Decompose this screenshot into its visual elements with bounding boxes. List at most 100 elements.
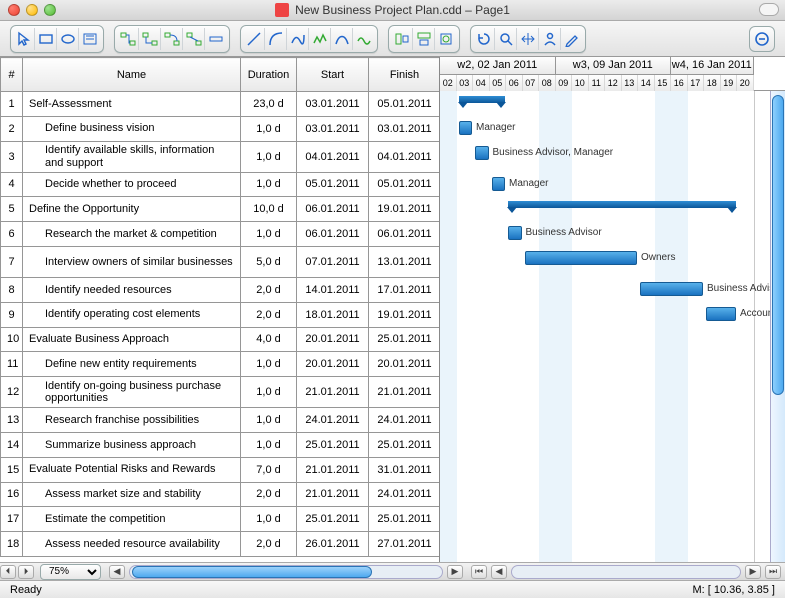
cell-finish[interactable]: 24.01.2011 — [369, 482, 441, 507]
bezier-tool-button[interactable] — [331, 28, 353, 50]
cell-start[interactable]: 03.01.2011 — [297, 92, 369, 117]
pencil-button[interactable] — [561, 28, 583, 50]
cell-finish[interactable]: 17.01.2011 — [369, 277, 441, 302]
table-row[interactable]: 1Self-Assessment23,0 d03.01.201105.01.20… — [1, 92, 441, 117]
connector-2-button[interactable] — [139, 28, 161, 50]
table-row[interactable]: 15Evaluate Potential Risks and Rewards7,… — [1, 457, 441, 482]
gantt-task-bar[interactable] — [475, 146, 489, 160]
table-row[interactable]: 17Estimate the competition1,0 d25.01.201… — [1, 507, 441, 532]
table-row[interactable]: 6Research the market & competition1,0 d0… — [1, 222, 441, 247]
cell-finish[interactable]: 27.01.2011 — [369, 532, 441, 557]
gantt-scroll-right-button[interactable]: ▶ — [745, 565, 761, 579]
table-row[interactable]: 3Identify available skills, information … — [1, 141, 441, 172]
cell-name[interactable]: Self-Assessment — [23, 92, 241, 117]
cell-finish[interactable]: 19.01.2011 — [369, 302, 441, 327]
gantt-task-bar[interactable] — [525, 251, 638, 265]
cell-finish[interactable]: 13.01.2011 — [369, 246, 441, 277]
cell-start[interactable]: 03.01.2011 — [297, 116, 369, 141]
cell-name[interactable]: Research franchise possibilities — [23, 408, 241, 433]
cell-start[interactable]: 21.01.2011 — [297, 457, 369, 482]
cell-duration[interactable]: 4,0 d — [241, 327, 297, 352]
cell-duration[interactable]: 1,0 d — [241, 352, 297, 377]
cell-start[interactable]: 18.01.2011 — [297, 302, 369, 327]
cell-start[interactable]: 06.01.2011 — [297, 197, 369, 222]
table-row[interactable]: 16Assess market size and stability2,0 d2… — [1, 482, 441, 507]
col-header-finish[interactable]: Finish — [369, 58, 441, 92]
cell-finish[interactable]: 25.01.2011 — [369, 507, 441, 532]
cell-duration[interactable]: 5,0 d — [241, 246, 297, 277]
cell-duration[interactable]: 1,0 d — [241, 432, 297, 457]
cell-name[interactable]: Assess market size and stability — [23, 482, 241, 507]
cell-start[interactable]: 05.01.2011 — [297, 172, 369, 197]
cell-name[interactable]: Define business vision — [23, 116, 241, 141]
table-row[interactable]: 8Identify needed resources2,0 d14.01.201… — [1, 277, 441, 302]
cell-duration[interactable]: 10,0 d — [241, 197, 297, 222]
gantt-summary-bar[interactable] — [459, 96, 506, 103]
vertical-scrollbar[interactable] — [770, 91, 785, 562]
toolbar-toggle-button[interactable] — [759, 3, 779, 16]
cell-finish[interactable]: 25.01.2011 — [369, 432, 441, 457]
cell-finish[interactable]: 24.01.2011 — [369, 408, 441, 433]
cell-start[interactable]: 07.01.2011 — [297, 246, 369, 277]
zoom-window-button[interactable] — [44, 4, 56, 16]
cell-name[interactable]: Identify on-going business purchase oppo… — [23, 377, 241, 408]
table-row[interactable]: 10Evaluate Business Approach4,0 d20.01.2… — [1, 327, 441, 352]
cell-start[interactable]: 21.01.2011 — [297, 377, 369, 408]
cell-finish[interactable]: 31.01.2011 — [369, 457, 441, 482]
cell-finish[interactable]: 21.01.2011 — [369, 377, 441, 408]
cell-name[interactable]: Decide whether to proceed — [23, 172, 241, 197]
cell-finish[interactable]: 19.01.2011 — [369, 197, 441, 222]
zoom-out-circle-button[interactable] — [749, 26, 775, 52]
table-row[interactable]: 2Define business vision1,0 d03.01.201103… — [1, 116, 441, 141]
gantt-task-bar[interactable] — [706, 307, 736, 321]
cell-start[interactable]: 21.01.2011 — [297, 482, 369, 507]
cell-finish[interactable]: 25.01.2011 — [369, 327, 441, 352]
ellipse-tool-button[interactable] — [57, 28, 79, 50]
curve-tool-button[interactable] — [287, 28, 309, 50]
hscroll-thumb-left[interactable] — [132, 566, 372, 578]
page-next-button[interactable]: ⏵ — [18, 565, 34, 579]
text-tool-button[interactable] — [79, 28, 101, 50]
cell-name[interactable]: Define the Opportunity — [23, 197, 241, 222]
cell-start[interactable]: 25.01.2011 — [297, 432, 369, 457]
cell-duration[interactable]: 23,0 d — [241, 92, 297, 117]
cell-duration[interactable]: 1,0 d — [241, 172, 297, 197]
align-3-button[interactable] — [435, 28, 457, 50]
cell-start[interactable]: 24.01.2011 — [297, 408, 369, 433]
cell-name[interactable]: Identify operating cost elements — [23, 302, 241, 327]
person-button[interactable] — [539, 28, 561, 50]
cell-name[interactable]: Define new entity requirements — [23, 352, 241, 377]
cell-duration[interactable]: 1,0 d — [241, 222, 297, 247]
table-row[interactable]: 11Define new entity requirements1,0 d20.… — [1, 352, 441, 377]
hscroll-right-button[interactable]: ▶ — [447, 565, 463, 579]
cell-duration[interactable]: 1,0 d — [241, 116, 297, 141]
cell-duration[interactable]: 1,0 d — [241, 141, 297, 172]
pointer-tool-button[interactable] — [13, 28, 35, 50]
minimize-window-button[interactable] — [26, 4, 38, 16]
align-2-button[interactable] — [413, 28, 435, 50]
connector-1-button[interactable] — [117, 28, 139, 50]
zoom-select[interactable]: 75% — [40, 564, 101, 580]
cell-name[interactable]: Assess needed resource availability — [23, 532, 241, 557]
rect-tool-button[interactable] — [35, 28, 57, 50]
gantt-task-bar[interactable] — [459, 121, 473, 135]
cell-name[interactable]: Interview owners of similar businesses — [23, 246, 241, 277]
cell-start[interactable]: 14.01.2011 — [297, 277, 369, 302]
cell-duration[interactable]: 1,0 d — [241, 408, 297, 433]
hscroll-left-button[interactable]: ◀ — [109, 565, 125, 579]
cell-name[interactable]: Identify needed resources — [23, 277, 241, 302]
table-row[interactable]: 12Identify on-going business purchase op… — [1, 377, 441, 408]
cell-duration[interactable]: 2,0 d — [241, 482, 297, 507]
cell-start[interactable]: 26.01.2011 — [297, 532, 369, 557]
cell-duration[interactable]: 2,0 d — [241, 302, 297, 327]
zoom-button[interactable] — [495, 28, 517, 50]
cell-duration[interactable]: 2,0 d — [241, 277, 297, 302]
arc-tool-button[interactable] — [265, 28, 287, 50]
cell-start[interactable]: 20.01.2011 — [297, 327, 369, 352]
cell-duration[interactable]: 1,0 d — [241, 377, 297, 408]
cell-finish[interactable]: 20.01.2011 — [369, 352, 441, 377]
vertical-scroll-thumb[interactable] — [772, 95, 784, 395]
line-tool-button[interactable] — [243, 28, 265, 50]
cell-finish[interactable]: 04.01.2011 — [369, 141, 441, 172]
gantt-scroll-left-button[interactable]: ◀ — [491, 565, 507, 579]
